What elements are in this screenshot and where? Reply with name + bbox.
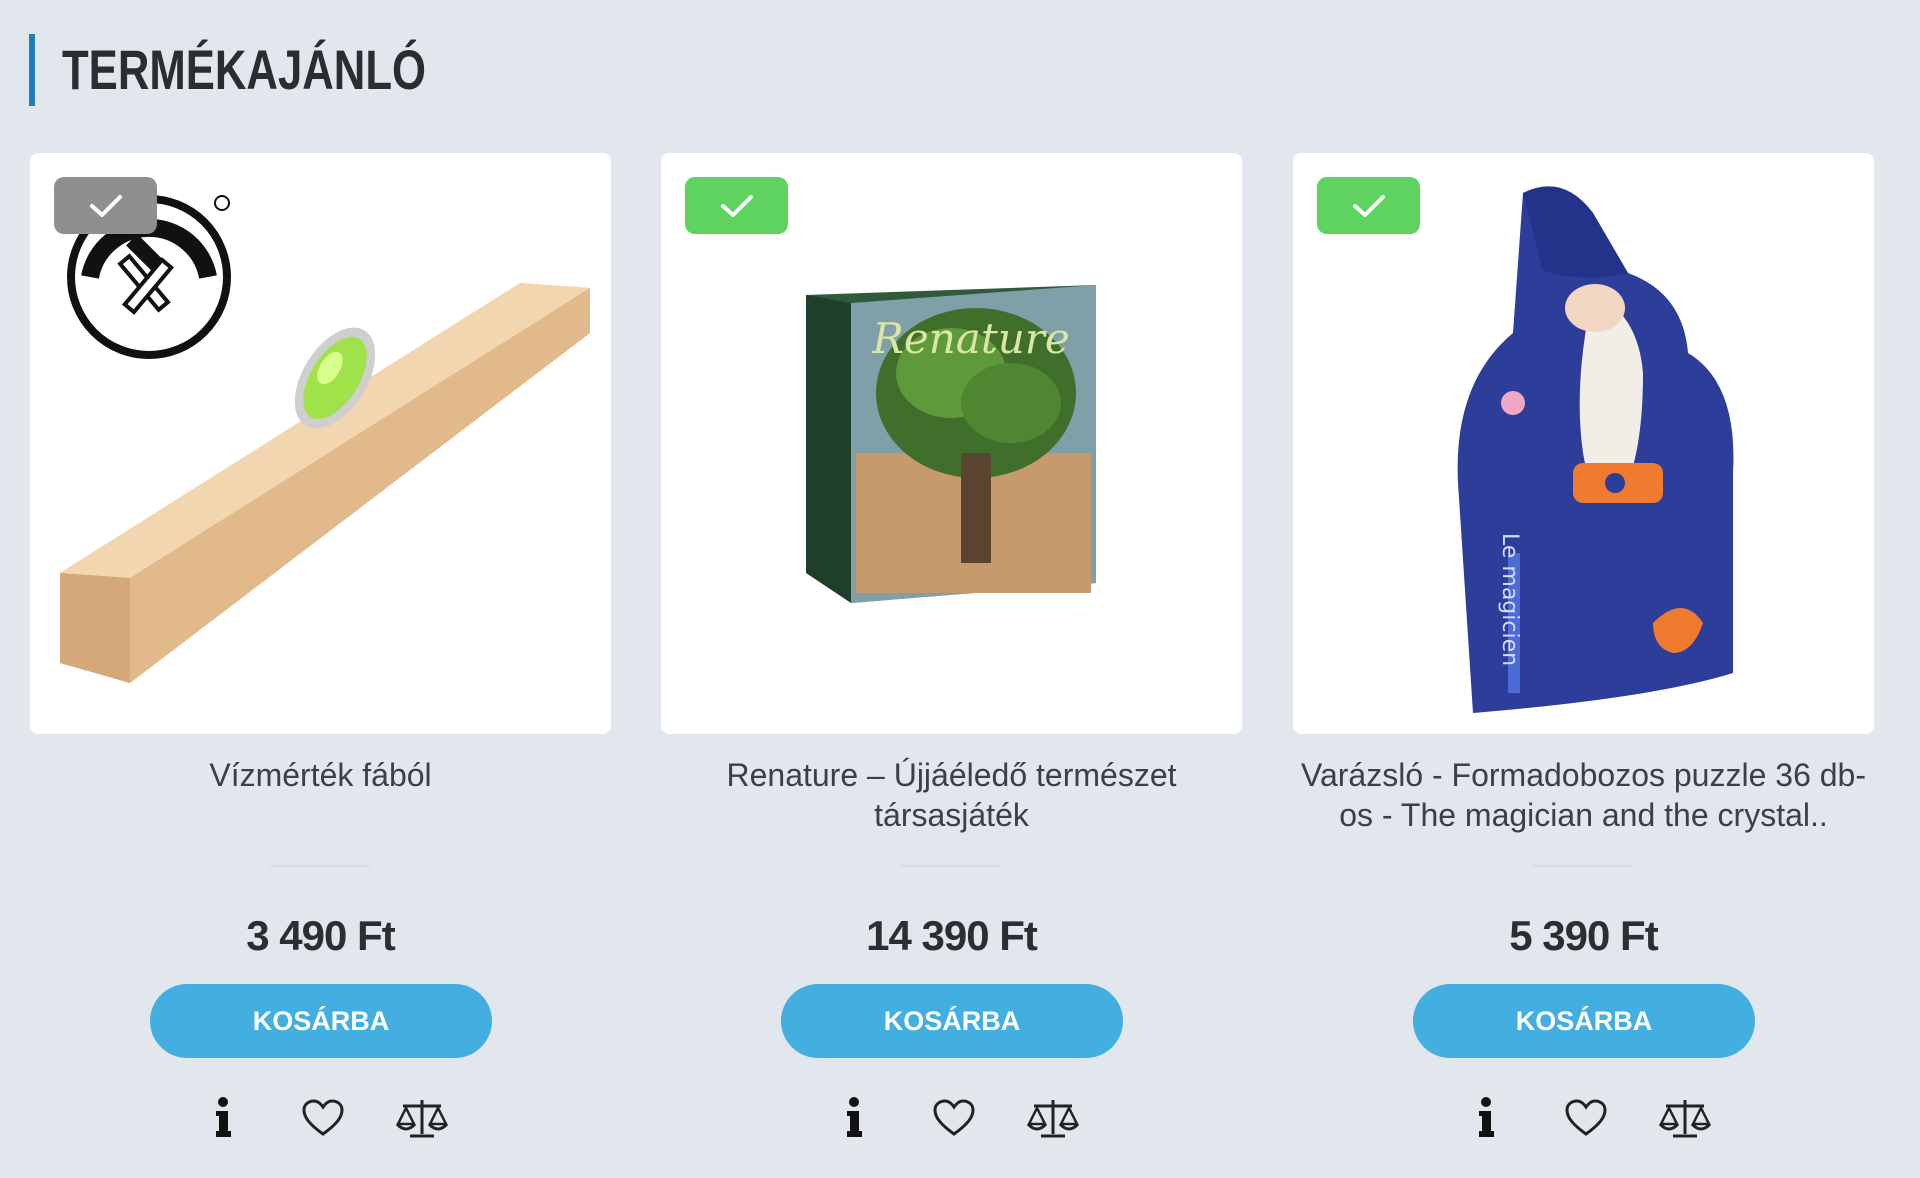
heart-icon[interactable] [298, 1088, 348, 1148]
product-card: Le magicien Varázsló - Formadobozos puzz… [1293, 153, 1874, 1153]
info-icon[interactable] [1471, 1088, 1501, 1148]
divider [1533, 865, 1633, 867]
check-badge [54, 177, 157, 234]
compare-scale-icon[interactable] [392, 1088, 452, 1148]
section-title: TERMÉKAJÁNLÓ [62, 38, 427, 101]
product-price: 5 390 Ft [1509, 912, 1658, 959]
info-icon[interactable] [839, 1088, 869, 1148]
product-name[interactable]: Vízmérték fából [30, 755, 611, 795]
product-name[interactable]: Varázsló - Formadobozos puzzle 36 db-os … [1293, 755, 1874, 835]
compare-scale-icon[interactable] [1655, 1088, 1715, 1148]
check-icon [720, 194, 753, 217]
product-actions [661, 1088, 1242, 1148]
product-image[interactable] [30, 153, 611, 734]
divider [270, 865, 370, 867]
add-to-cart-button[interactable]: KOSÁRBA [150, 984, 492, 1058]
product-list: Vízmérték fából 3 490 Ft KOSÁRBA Renatur… [30, 153, 1876, 1153]
product-actions [30, 1088, 611, 1148]
section-accent-bar [29, 34, 35, 106]
level-product-picture [60, 195, 590, 683]
add-to-cart-button[interactable]: KOSÁRBA [1413, 984, 1755, 1058]
product-card: Renature Renature – Újjáéledő természet … [661, 153, 1242, 1153]
product-price: 3 490 Ft [246, 912, 395, 959]
heart-icon[interactable] [929, 1088, 979, 1148]
product-card: Vízmérték fából 3 490 Ft KOSÁRBA [30, 153, 611, 1153]
heart-icon[interactable] [1561, 1088, 1611, 1148]
divider [901, 865, 1001, 867]
box-title: Le magicien [1497, 533, 1522, 666]
product-image[interactable]: Le magicien [1293, 153, 1874, 734]
info-icon[interactable] [208, 1088, 238, 1148]
check-badge [1317, 177, 1420, 234]
magician-puzzle-picture: Le magicien [1457, 186, 1734, 714]
check-icon [1352, 194, 1385, 217]
check-icon [89, 194, 122, 217]
product-image[interactable]: Renature [661, 153, 1242, 734]
section-header: TERMÉKAJÁNLÓ [29, 34, 529, 106]
add-to-cart-button[interactable]: KOSÁRBA [781, 984, 1123, 1058]
box-title: Renature [871, 314, 1069, 363]
renature-box-picture: Renature [806, 285, 1096, 603]
compare-scale-icon[interactable] [1023, 1088, 1083, 1148]
product-actions [1293, 1088, 1874, 1148]
product-name[interactable]: Renature – Újjáéledő természet társasját… [661, 755, 1242, 835]
product-price: 14 390 Ft [866, 912, 1038, 959]
check-badge [685, 177, 788, 234]
